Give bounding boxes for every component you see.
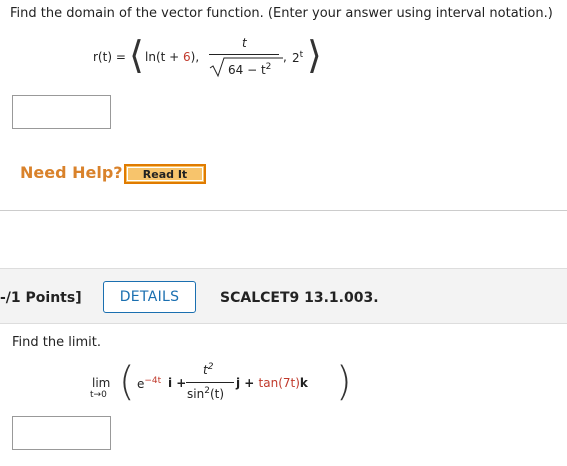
sqrt-content: 64 − t2 xyxy=(228,62,272,77)
question-2-answer-input[interactable] xyxy=(12,416,111,450)
lim-subscript: t→0 xyxy=(90,390,107,400)
points-label: -/1 Points] xyxy=(0,290,82,306)
lim-label: lim xyxy=(92,376,111,390)
need-help-label: Need Help? xyxy=(20,163,123,182)
right-angle-bracket: ⟩ xyxy=(307,33,322,77)
limit-frac-denominator: sin2(t) xyxy=(187,386,225,401)
i-term: i + xyxy=(168,376,187,390)
question-2-formula: lim t→0 ( e−4t i + t2 sin2(t) j + tan(7t… xyxy=(90,358,360,408)
details-button[interactable]: DETAILS xyxy=(103,281,196,313)
e-term: e−4t xyxy=(137,376,162,391)
j-k-terms: j + tan(7t)k xyxy=(236,376,308,390)
assignment-id: SCALCET9 13.1.003. xyxy=(220,290,379,306)
right-paren: ) xyxy=(336,359,352,405)
left-angle-bracket: ⟨ xyxy=(129,33,144,77)
question-1-prompt: Find the domain of the vector function. … xyxy=(10,6,553,21)
read-it-button[interactable]: Read It xyxy=(124,164,206,184)
left-paren: ( xyxy=(119,359,135,405)
fraction-bar xyxy=(209,54,279,55)
section-divider xyxy=(0,210,567,211)
limit-frac-numerator: t2 xyxy=(203,362,214,377)
formula-lhs: r(t) = xyxy=(93,50,126,64)
fraction-numerator: t xyxy=(242,36,247,50)
question-1-answer-input[interactable] xyxy=(12,95,111,129)
limit-fraction-bar xyxy=(186,382,234,383)
ln-term: ln(t + 6), xyxy=(145,50,200,64)
exp-term: 2t xyxy=(292,50,304,65)
formula-comma: , xyxy=(283,50,287,64)
question-1-formula: r(t) = ⟨ ln(t + 6), t 64 − t2 , 2t ⟩ xyxy=(93,34,393,84)
question-2-prompt: Find the limit. xyxy=(12,335,101,350)
